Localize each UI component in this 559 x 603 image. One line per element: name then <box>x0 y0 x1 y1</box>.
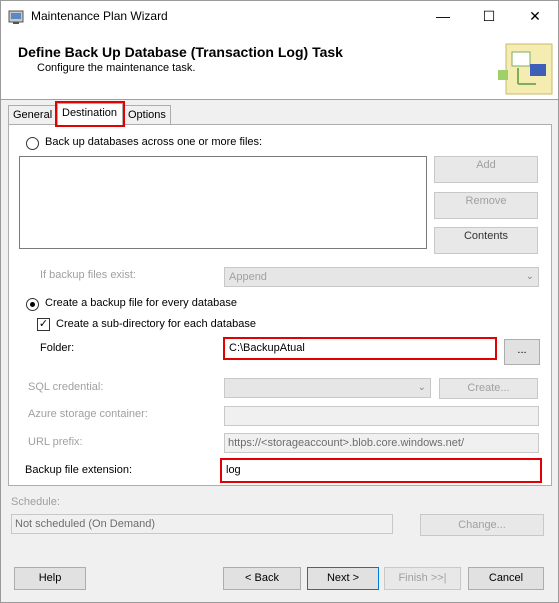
create-subdir-label: Create a sub-directory for each database <box>56 318 256 330</box>
schedule-label: Schedule: <box>11 496 60 508</box>
maximize-button[interactable]: ☐ <box>466 1 512 32</box>
browse-folder-button[interactable]: ... <box>504 339 540 365</box>
cancel-button[interactable]: Cancel <box>468 567 544 590</box>
sql-credential-label: SQL credential: <box>28 381 104 393</box>
title-bar: Maintenance Plan Wizard — ☐ ✕ <box>1 1 558 32</box>
create-per-db-label: Create a backup file for every database <box>45 297 238 309</box>
tab-general[interactable]: General <box>8 105 58 125</box>
backup-files-list[interactable] <box>19 156 427 249</box>
add-button[interactable]: Add <box>434 156 538 183</box>
url-prefix-label: URL prefix: <box>28 436 83 448</box>
finish-button[interactable]: Finish >>| <box>384 567 461 590</box>
azure-container-label: Azure storage container: <box>28 408 148 420</box>
wizard-header: Define Back Up Database (Transaction Log… <box>1 32 558 100</box>
window-title: Maintenance Plan Wizard <box>31 9 168 23</box>
sql-credential-select[interactable]: ⌄ <box>224 378 431 398</box>
extension-label: Backup file extension: <box>25 464 133 476</box>
url-prefix-input[interactable]: https://<storageaccount>.blob.core.windo… <box>224 433 539 453</box>
contents-button[interactable]: Contents <box>434 227 538 254</box>
tab-destination[interactable]: Destination <box>55 101 125 127</box>
backup-across-files-label: Back up databases across one or more fil… <box>45 136 263 148</box>
if-exist-select[interactable]: Append ⌄ <box>224 267 539 287</box>
chevron-down-icon: ⌄ <box>417 382 426 393</box>
schedule-input[interactable]: Not scheduled (On Demand) <box>11 514 393 534</box>
change-schedule-button[interactable]: Change... <box>420 514 544 536</box>
page-title: Define Back Up Database (Transaction Log… <box>18 44 343 60</box>
back-button[interactable]: < Back <box>223 567 301 590</box>
folder-label: Folder: <box>40 342 75 354</box>
extension-input[interactable]: log <box>220 458 542 483</box>
app-icon <box>8 10 24 24</box>
remove-button[interactable]: Remove <box>434 192 538 219</box>
destination-panel: Back up databases across one or more fil… <box>8 124 552 486</box>
create-credential-button[interactable]: Create... <box>439 378 538 399</box>
close-button[interactable]: ✕ <box>512 1 558 32</box>
create-per-db-radio[interactable] <box>26 298 39 311</box>
minimize-button[interactable]: — <box>420 1 466 32</box>
if-exist-value: Append <box>229 271 267 283</box>
backup-across-files-radio[interactable] <box>26 137 39 150</box>
page-subtitle: Configure the maintenance task. <box>37 62 196 74</box>
create-subdir-checkbox[interactable]: ✓ <box>37 318 50 331</box>
help-button[interactable]: Help <box>14 567 86 590</box>
if-exist-label: If backup files exist: <box>40 269 136 281</box>
azure-container-input[interactable] <box>224 406 539 426</box>
tab-options[interactable]: Options <box>123 105 171 125</box>
folder-input[interactable]: C:\BackupAtual <box>223 337 497 360</box>
chevron-down-icon: ⌄ <box>525 271 534 282</box>
wizard-window: Maintenance Plan Wizard — ☐ ✕ Define Bac… <box>0 0 559 603</box>
next-button[interactable]: Next > <box>307 567 379 590</box>
wizard-graphic-icon <box>498 43 553 95</box>
